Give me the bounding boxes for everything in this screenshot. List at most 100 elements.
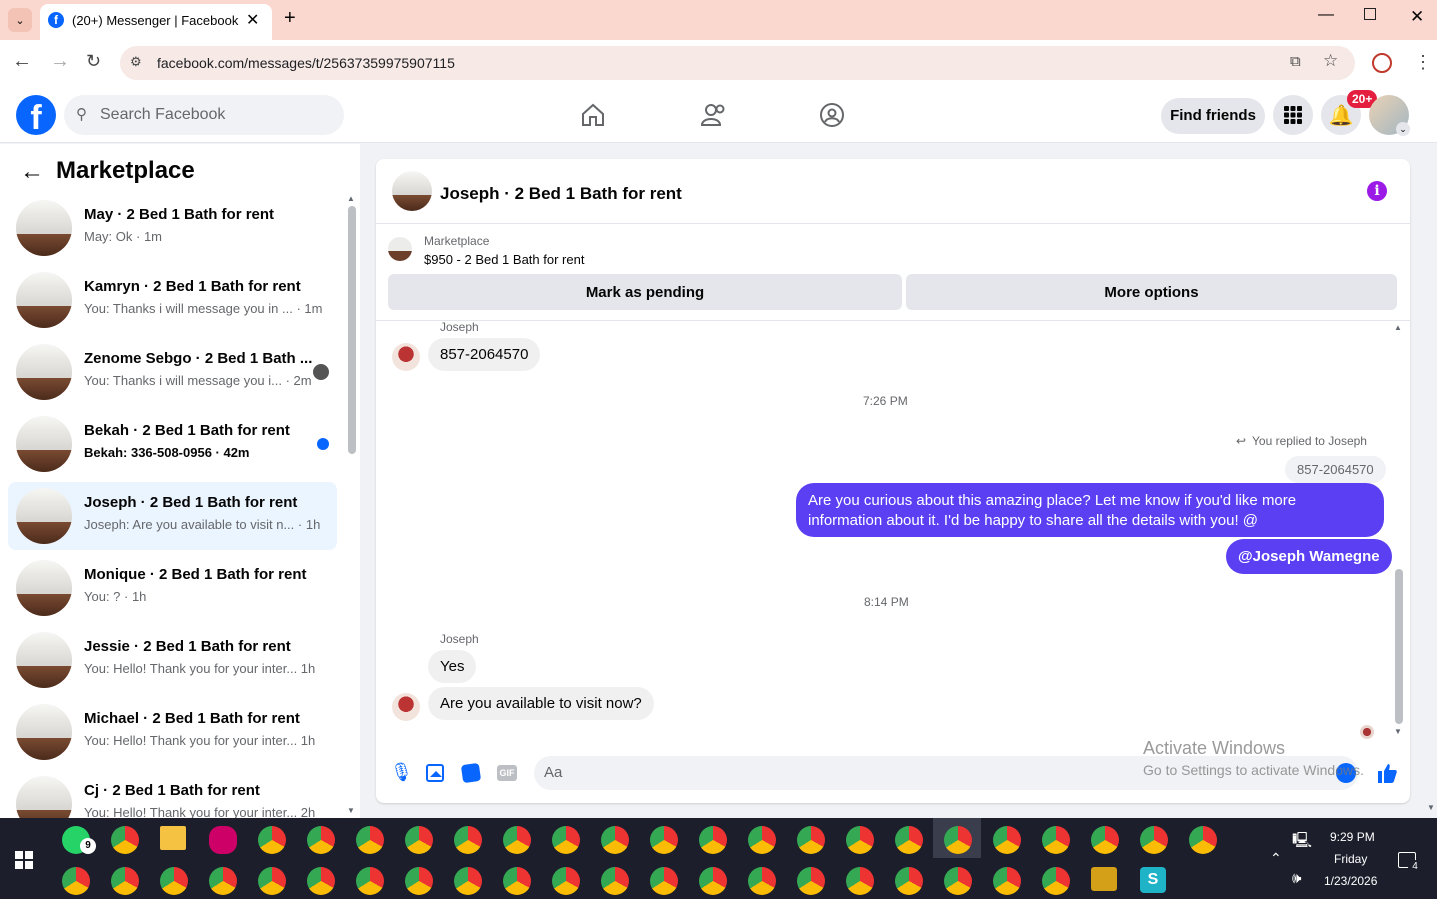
file-explorer-icon[interactable]	[160, 826, 186, 850]
scrollbar-thumb[interactable]	[348, 206, 356, 454]
conversation-item[interactable]: Cj · 2 Bed 1 Bath for rent You: Hello! T…	[8, 770, 337, 818]
chrome-icon[interactable]	[209, 867, 237, 895]
chrome-icon[interactable]	[895, 826, 923, 854]
chrome-icon[interactable]	[650, 826, 678, 854]
chrome-icon[interactable]	[1042, 867, 1070, 895]
chrome-icon[interactable]	[552, 826, 580, 854]
conversation-item[interactable]: Jessie · 2 Bed 1 Bath for rent You: Hell…	[8, 626, 337, 694]
browser-tab-messenger[interactable]: f (20+) Messenger | Facebook ✕	[40, 4, 272, 40]
back-icon[interactable]: ←	[12, 50, 32, 73]
chrome-icon[interactable]	[307, 826, 335, 854]
conversation-item[interactable]: Kamryn · 2 Bed 1 Bath for rent You: Than…	[8, 266, 337, 334]
chrome-icon[interactable]	[111, 867, 139, 895]
menu-grid-button[interactable]	[1273, 95, 1313, 135]
chrome-icon[interactable]	[846, 826, 874, 854]
chrome-icon[interactable]	[895, 867, 923, 895]
photo-icon[interactable]	[426, 764, 444, 782]
chrome-icon[interactable]	[1189, 826, 1217, 854]
groups-icon[interactable]	[819, 102, 845, 128]
chat-title[interactable]: Joseph · 2 Bed 1 Bath for rent	[440, 184, 682, 204]
paint-icon[interactable]	[209, 826, 237, 854]
tray-chevron-icon[interactable]: ⌃	[1270, 850, 1282, 867]
chrome-icon[interactable]	[944, 826, 972, 854]
chrome-icon[interactable]	[307, 867, 335, 895]
clock-date[interactable]: 1/23/2026	[1324, 874, 1377, 888]
scroll-down-icon[interactable]: ▼	[347, 806, 355, 815]
conversation-item[interactable]: Bekah · 2 Bed 1 Bath for rent Bekah: 336…	[8, 410, 337, 478]
mark-as-pending-button[interactable]: Mark as pending	[388, 274, 902, 310]
chrome-icon[interactable]	[454, 826, 482, 854]
gif-icon[interactable]: GIF	[497, 765, 517, 781]
chrome-icon[interactable]	[503, 826, 531, 854]
chrome-icon[interactable]	[1091, 826, 1119, 854]
scroll-up-icon[interactable]: ▲	[347, 194, 355, 203]
clock-day[interactable]: Friday	[1334, 852, 1367, 866]
friends-icon[interactable]	[700, 102, 728, 128]
chrome-icon[interactable]	[993, 826, 1021, 854]
chrome-icon[interactable]	[356, 867, 384, 895]
chrome-icon[interactable]	[797, 826, 825, 854]
chrome-icon[interactable]	[1042, 826, 1070, 854]
clock-time[interactable]: 9:29 PM	[1330, 830, 1375, 844]
tab-close-icon[interactable]: ✕	[246, 10, 259, 30]
chrome-icon[interactable]	[601, 826, 629, 854]
scroll-up-icon[interactable]: ▲	[1394, 323, 1402, 332]
chrome-icon[interactable]	[258, 826, 286, 854]
tab-list-chevron-icon[interactable]: ⌄	[8, 8, 32, 32]
chat-scrollbar-thumb[interactable]	[1395, 569, 1403, 724]
chrome-icon[interactable]	[258, 867, 286, 895]
chrome-icon[interactable]	[356, 826, 384, 854]
chrome-icon[interactable]	[62, 867, 90, 895]
reload-icon[interactable]: ↻	[86, 51, 101, 72]
chrome-icon[interactable]	[601, 867, 629, 895]
scroll-down-icon[interactable]: ▼	[1394, 727, 1402, 736]
site-info-icon[interactable]: ⚙	[130, 54, 142, 70]
quoted-message[interactable]: 857-2064570	[1285, 456, 1386, 483]
message-bubble[interactable]: Are you available to visit now?	[428, 687, 654, 720]
mention-bubble[interactable]: @Joseph Wamegne	[1226, 539, 1392, 574]
message-bubble[interactable]: Yes	[428, 650, 477, 683]
chrome-icon[interactable]	[405, 867, 433, 895]
chrome-icon[interactable]	[405, 826, 433, 854]
conversation-item[interactable]: May · 2 Bed 1 Bath for rent May: Ok · 1m	[8, 194, 337, 262]
like-thumb-icon[interactable]	[1376, 762, 1398, 784]
chrome-icon[interactable]	[111, 826, 139, 854]
profile-icon[interactable]	[1372, 53, 1392, 73]
sender-avatar[interactable]	[392, 693, 420, 721]
chrome-icon[interactable]	[846, 867, 874, 895]
conversation-item[interactable]: Michael · 2 Bed 1 Bath for rent You: Hel…	[8, 698, 337, 766]
chrome-icon[interactable]	[552, 867, 580, 895]
chrome-icon[interactable]	[797, 867, 825, 895]
chrome-icon[interactable]	[1140, 826, 1168, 854]
install-app-icon[interactable]: ⧉	[1290, 53, 1301, 70]
microphone-icon[interactable]: 🎙	[390, 762, 413, 783]
sticker-icon[interactable]	[460, 762, 482, 784]
bookmark-star-icon[interactable]: ☆	[1323, 51, 1338, 71]
close-window-icon[interactable]: ✕	[1410, 7, 1424, 27]
minimize-icon[interactable]: —	[1318, 6, 1334, 24]
search-input[interactable]: ⚲ Search Facebook	[64, 95, 344, 135]
forward-icon[interactable]: →	[50, 50, 70, 73]
my-message-bubble[interactable]: Are you curious about this amazing place…	[796, 483, 1384, 537]
more-options-button[interactable]: More options	[906, 274, 1397, 310]
chrome-icon[interactable]	[699, 826, 727, 854]
new-tab-icon[interactable]: +	[284, 7, 296, 30]
chrome-icon[interactable]	[993, 867, 1021, 895]
chrome-icon[interactable]	[699, 867, 727, 895]
chrome-icon[interactable]	[454, 867, 482, 895]
find-friends-button[interactable]: Find friends	[1161, 98, 1265, 134]
chrome-icon[interactable]	[944, 867, 972, 895]
maximize-icon[interactable]	[1364, 8, 1376, 20]
app-icon[interactable]	[1091, 867, 1117, 891]
conversation-item[interactable]: Monique · 2 Bed 1 Bath for rent You: ? ·…	[8, 554, 337, 622]
sender-avatar[interactable]	[392, 343, 420, 371]
windows-start-icon[interactable]	[15, 851, 33, 869]
message-bubble[interactable]: 857-2064570	[428, 338, 541, 371]
back-arrow-icon[interactable]: ←	[20, 158, 44, 186]
facebook-logo[interactable]: f	[16, 95, 56, 135]
info-icon[interactable]: i	[1367, 181, 1387, 201]
home-icon[interactable]	[580, 102, 606, 128]
volume-icon[interactable]: 🕪	[1292, 870, 1301, 887]
chrome-icon[interactable]	[748, 826, 776, 854]
listing-title[interactable]: $950 - 2 Bed 1 Bath for rent	[424, 252, 584, 267]
